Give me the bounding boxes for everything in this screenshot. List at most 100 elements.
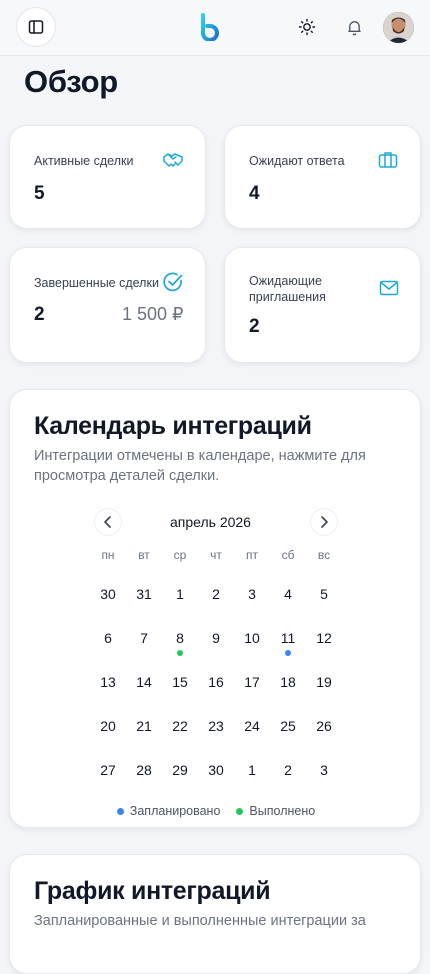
calendar-day[interactable]: 6 <box>90 618 126 662</box>
stat-card-completed-deals[interactable]: Завершенные сделки 2 1 500 ₽ <box>9 247 206 363</box>
calendar-day[interactable]: 24 <box>234 706 270 750</box>
next-month-button[interactable] <box>310 508 338 536</box>
calendar-day-number: 1 <box>176 586 184 602</box>
calendar-day-number: 23 <box>208 718 224 734</box>
calendar-legend: Запланировано Выполнено <box>10 804 422 818</box>
calendar-grid: пн вт ср чт пт сб вс 30 31 1 2 3 4 5 6 7 8 9 10 11 12… <box>90 548 342 794</box>
calendar-day[interactable]: 14 <box>126 662 162 706</box>
calendar-week-row: 13 14 15 16 17 18 19 <box>90 662 342 706</box>
calendar-day-number: 11 <box>280 630 296 646</box>
calendar-day[interactable]: 2 <box>270 750 306 794</box>
calendar-day[interactable]: 20 <box>90 706 126 750</box>
stat-value: 2 <box>249 316 260 337</box>
legend-planned: Запланировано <box>116 804 220 818</box>
calendar-day[interactable]: 21 <box>126 706 162 750</box>
logo-icon[interactable] <box>199 13 221 41</box>
calendar-day[interactable]: 11 <box>270 618 306 662</box>
avatar[interactable] <box>383 12 414 43</box>
calendar-day[interactable]: 16 <box>198 662 234 706</box>
weekday-label: сб <box>281 548 295 562</box>
calendar-day-number: 25 <box>280 718 296 734</box>
calendar-day-number: 29 <box>172 762 188 778</box>
calendar-day[interactable]: 25 <box>270 706 306 750</box>
calendar-week-row: 20 21 22 23 24 25 26 <box>90 706 342 750</box>
calendar-day[interactable]: 30 <box>90 574 126 618</box>
stat-value: 4 <box>249 183 260 204</box>
calendar-day[interactable]: 10 <box>234 618 270 662</box>
calendar-day-number: 22 <box>172 718 188 734</box>
theme-toggle-button[interactable] <box>294 14 320 40</box>
calendar-day[interactable]: 5 <box>306 574 342 618</box>
calendar-day[interactable]: 23 <box>198 706 234 750</box>
calendar-day[interactable]: 3 <box>234 574 270 618</box>
calendar-day-number: 9 <box>212 630 220 646</box>
done-marker-icon <box>177 650 183 656</box>
calendar-day-number: 4 <box>284 586 292 602</box>
calendar-day-number: 10 <box>244 630 260 646</box>
calendar-day[interactable]: 31 <box>126 574 162 618</box>
top-bar <box>0 0 430 56</box>
calendar-day-number: 30 <box>100 586 116 602</box>
calendar-day-number: 13 <box>100 674 116 690</box>
stat-label: Завершенные сделки <box>34 276 159 290</box>
notifications-button[interactable] <box>341 14 367 40</box>
sun-icon <box>298 18 316 36</box>
weekday-header: пн вт ср чт пт сб вс <box>90 548 342 568</box>
weekday-label: вс <box>317 548 331 562</box>
calendar-day-number: 3 <box>320 762 328 778</box>
integration-chart-card: График интеграций Запланированные и выпо… <box>9 854 421 974</box>
calendar-day[interactable]: 3 <box>306 750 342 794</box>
calendar-day[interactable]: 17 <box>234 662 270 706</box>
calendar-day-number: 1 <box>248 762 256 778</box>
calendar-day[interactable]: 12 <box>306 618 342 662</box>
calendar-day[interactable]: 28 <box>126 750 162 794</box>
calendar-day[interactable]: 13 <box>90 662 126 706</box>
stat-amount: 1 500 ₽ <box>122 304 184 324</box>
stat-label: Ожидают ответа <box>249 154 345 168</box>
calendar-day-number: 21 <box>136 718 152 734</box>
calendar-day-number: 7 <box>140 630 148 646</box>
calendar-day[interactable]: 26 <box>306 706 342 750</box>
prev-month-button[interactable] <box>94 508 122 536</box>
sidebar-toggle-button[interactable] <box>16 7 56 47</box>
calendar-day[interactable]: 22 <box>162 706 198 750</box>
calendar-day-number: 18 <box>280 674 296 690</box>
calendar-day[interactable]: 1 <box>162 574 198 618</box>
calendar-day[interactable]: 9 <box>198 618 234 662</box>
chart-title: График интеграций <box>34 877 271 905</box>
calendar-day[interactable]: 15 <box>162 662 198 706</box>
sidebar-icon <box>28 20 44 34</box>
chevron-left-icon <box>104 516 111 528</box>
bell-icon <box>347 20 361 35</box>
stat-card-awaiting-response[interactable]: Ожидают ответа 4 <box>224 125 421 229</box>
calendar-day[interactable]: 19 <box>306 662 342 706</box>
calendar-day[interactable]: 30 <box>198 750 234 794</box>
calendar-day[interactable]: 4 <box>270 574 306 618</box>
stat-card-active-deals[interactable]: Активные сделки 5 <box>9 125 206 229</box>
stat-label: Ожидающие приглашения <box>249 274 326 304</box>
stat-label: Активные сделки <box>34 154 134 168</box>
calendar-day[interactable]: 7 <box>126 618 162 662</box>
calendar-day-number: 31 <box>136 586 152 602</box>
calendar-day[interactable]: 8 <box>162 618 198 662</box>
calendar-day[interactable]: 2 <box>198 574 234 618</box>
planned-dot-icon <box>116 807 124 815</box>
briefcase-icon <box>378 152 398 168</box>
mail-icon <box>379 280 399 296</box>
calendar-day-number: 8 <box>176 630 184 646</box>
calendar-day[interactable]: 29 <box>162 750 198 794</box>
legend-done: Выполнено <box>236 804 315 818</box>
calendar-month-label: апрель 2026 <box>170 514 251 530</box>
handshake-icon <box>163 153 183 167</box>
calendar-title: Календарь интеграций <box>34 412 312 440</box>
weekday-label: пн <box>101 548 115 562</box>
calendar-day[interactable]: 1 <box>234 750 270 794</box>
stat-card-pending-invitations[interactable]: Ожидающие приглашения 2 <box>224 247 421 363</box>
planned-marker-icon <box>285 650 291 656</box>
calendar-day[interactable]: 18 <box>270 662 306 706</box>
stat-value: 2 <box>34 304 45 325</box>
calendar-day[interactable]: 27 <box>90 750 126 794</box>
stat-value: 5 <box>34 183 45 204</box>
calendar-day-number: 12 <box>316 630 332 646</box>
calendar-day-number: 28 <box>136 762 152 778</box>
